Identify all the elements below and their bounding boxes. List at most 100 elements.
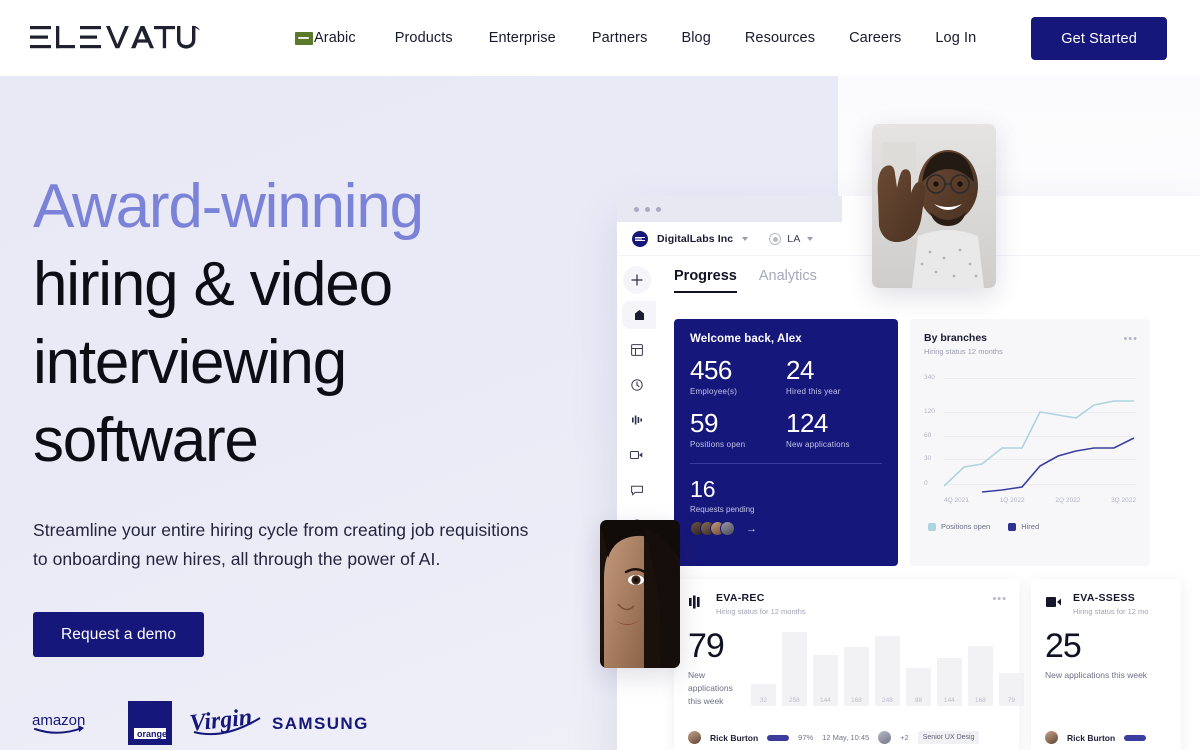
card-body: 79 New applications this week 32 258 144… bbox=[688, 627, 1024, 708]
card-metric-value: 25 bbox=[1045, 627, 1082, 665]
card-title: EVA-SSESS bbox=[1073, 592, 1136, 604]
chat-icon[interactable] bbox=[623, 476, 651, 504]
plus-icon[interactable] bbox=[622, 266, 651, 294]
get-started-button[interactable]: Get Started bbox=[1031, 17, 1167, 60]
svg-text:orange: orange bbox=[137, 729, 167, 739]
stat-value: 59 bbox=[690, 408, 718, 438]
nav-item-careers-label: Careers bbox=[849, 30, 902, 46]
bar-label: 32 bbox=[759, 697, 767, 704]
card-metric-value: 79 bbox=[688, 627, 725, 665]
org-avatar bbox=[632, 230, 648, 247]
logo-virgin: Virgin bbox=[188, 706, 270, 740]
equalizer-icon[interactable] bbox=[623, 406, 651, 434]
hero-subtext: Streamline your entire hiring cycle from… bbox=[33, 520, 529, 569]
client-logos: amazon orange Virgin SAMSUNG bbox=[30, 700, 390, 746]
eva-ssess-card: EVA-SSESS Hiring status for 12 mo 25 New… bbox=[1031, 579, 1181, 750]
nav-item-login[interactable]: Log In bbox=[918, 0, 993, 76]
nav-item-blog[interactable]: Blog bbox=[664, 0, 727, 76]
nav-item-resources[interactable]: Resources bbox=[728, 0, 832, 76]
photo-waving-man bbox=[872, 124, 996, 288]
y-tick: 340 bbox=[924, 374, 935, 381]
nav-item-arabic[interactable]: Arabic bbox=[295, 0, 378, 76]
sidebar-item-home[interactable] bbox=[622, 301, 656, 329]
welcome-title: Welcome back, Alex bbox=[690, 333, 802, 345]
bar: 248 bbox=[874, 636, 900, 706]
branches-line-svg bbox=[944, 400, 1134, 493]
landing-page: Arabic Products Enterprise Partners Blog… bbox=[0, 0, 1200, 750]
nav-links: Arabic Products Enterprise Partners Blog… bbox=[295, 0, 993, 76]
nav-item-products-label: Products bbox=[394, 30, 453, 46]
y-tick: 30 bbox=[924, 455, 932, 462]
location-selector[interactable]: LA bbox=[769, 232, 813, 245]
nav-item-login-label: Log In bbox=[935, 30, 977, 46]
eva-rec-card: EVA-REC Hiring status for 12 months ••• … bbox=[674, 579, 1024, 750]
tab-analytics[interactable]: Analytics bbox=[759, 268, 817, 291]
nav-item-products[interactable]: Products bbox=[378, 0, 470, 76]
candidate-name: Rick Burton bbox=[1067, 732, 1116, 743]
logo-amazon: amazon bbox=[30, 710, 112, 736]
clock-icon[interactable] bbox=[623, 371, 651, 399]
top-navigation-bar: Arabic Products Enterprise Partners Blog… bbox=[0, 0, 1200, 76]
candidate-role-tag: Senior UX Desig bbox=[917, 731, 980, 744]
avatar-group[interactable]: → bbox=[690, 521, 882, 536]
bar: 258 bbox=[781, 632, 807, 706]
eva-rec-bar-chart: 32 258 144 168 248 98 144 168 79 bbox=[750, 628, 1024, 706]
legend-label: Hired bbox=[1021, 522, 1040, 531]
card-metric-caption: New applications this week bbox=[1045, 670, 1148, 680]
video-icon[interactable] bbox=[623, 441, 651, 469]
nav-item-partners[interactable]: Partners bbox=[575, 0, 665, 76]
candidate-row[interactable]: Rick Burton bbox=[1045, 731, 1147, 744]
by-branches-card: By branches Hiring status 12 months ••• … bbox=[910, 319, 1150, 566]
card-menu-icon[interactable]: ••• bbox=[992, 593, 1007, 605]
branches-legend: Positions open Hired bbox=[924, 522, 1136, 531]
headline-accent: Award-winning bbox=[33, 172, 424, 241]
card-header: EVA-SSESS Hiring status for 12 mo bbox=[1045, 592, 1167, 616]
nav-item-enterprise[interactable]: Enterprise bbox=[470, 0, 575, 76]
video-icon bbox=[1045, 593, 1062, 610]
bar: 79 bbox=[998, 673, 1024, 706]
progress-pill bbox=[1124, 734, 1147, 741]
stat-label: Positions open bbox=[690, 440, 746, 449]
arrow-right-icon[interactable]: → bbox=[746, 523, 757, 535]
saudi-flag-icon bbox=[295, 31, 313, 45]
request-demo-button[interactable]: Request a demo bbox=[33, 612, 205, 657]
svg-text:amazon: amazon bbox=[32, 712, 85, 729]
nav-item-partners-label: Partners bbox=[591, 30, 648, 46]
bar-label: 258 bbox=[788, 697, 800, 704]
nav-item-careers[interactable]: Careers bbox=[832, 0, 918, 76]
window-dot bbox=[656, 206, 661, 212]
bar: 98 bbox=[905, 668, 931, 706]
window-dot bbox=[645, 206, 650, 212]
elevatus-logo[interactable] bbox=[30, 24, 200, 52]
card-body: 25 New applications this week bbox=[1045, 628, 1167, 682]
x-tick: 1Q 2022 bbox=[999, 497, 1025, 504]
mockup-main: Progress Analytics Welcome back, Alex 45… bbox=[656, 256, 1200, 750]
candidate-name: Rick Burton bbox=[710, 732, 759, 743]
candidate-row[interactable]: Rick Burton 97% 12 May, 10:45 +2 Senior … bbox=[688, 731, 980, 744]
x-tick: 3Q 2022 bbox=[1111, 497, 1136, 504]
card-menu-icon[interactable]: ••• bbox=[1123, 333, 1138, 345]
legend-swatch bbox=[928, 522, 936, 531]
layout-icon[interactable] bbox=[623, 336, 651, 364]
y-tick: 120 bbox=[924, 408, 935, 415]
chevron-down-icon[interactable] bbox=[742, 236, 749, 241]
x-tick: 2Q 2022 bbox=[1055, 497, 1081, 504]
nav-item-blog-label: Blog bbox=[681, 30, 711, 46]
bar: 168 bbox=[967, 646, 993, 706]
card-subtitle: Hiring status for 12 months bbox=[716, 607, 806, 616]
card-subtitle: Hiring status for 12 mo bbox=[1073, 607, 1149, 616]
globe-icon bbox=[769, 232, 782, 245]
bar-label: 79 bbox=[1007, 697, 1015, 704]
branches-subtitle: Hiring status 12 months bbox=[924, 347, 1003, 356]
chevron-down-icon[interactable] bbox=[806, 236, 813, 241]
mockup-sidebar bbox=[617, 256, 656, 750]
tab-progress[interactable]: Progress bbox=[674, 268, 737, 293]
branches-x-labels: 4Q 2021 1Q 2022 2Q 2022 3Q 2022 bbox=[924, 497, 1136, 504]
avatar bbox=[878, 731, 892, 744]
stat-grid: 456 Employee(s) 24 Hired this year 59 Po… bbox=[690, 355, 882, 461]
window-dot bbox=[634, 206, 639, 212]
card-title: EVA-REC bbox=[716, 592, 765, 604]
candidate-extra-count: +2 bbox=[900, 733, 909, 742]
headline-rest: hiring & video interviewing software bbox=[33, 250, 393, 475]
bar-label: 168 bbox=[974, 697, 986, 704]
